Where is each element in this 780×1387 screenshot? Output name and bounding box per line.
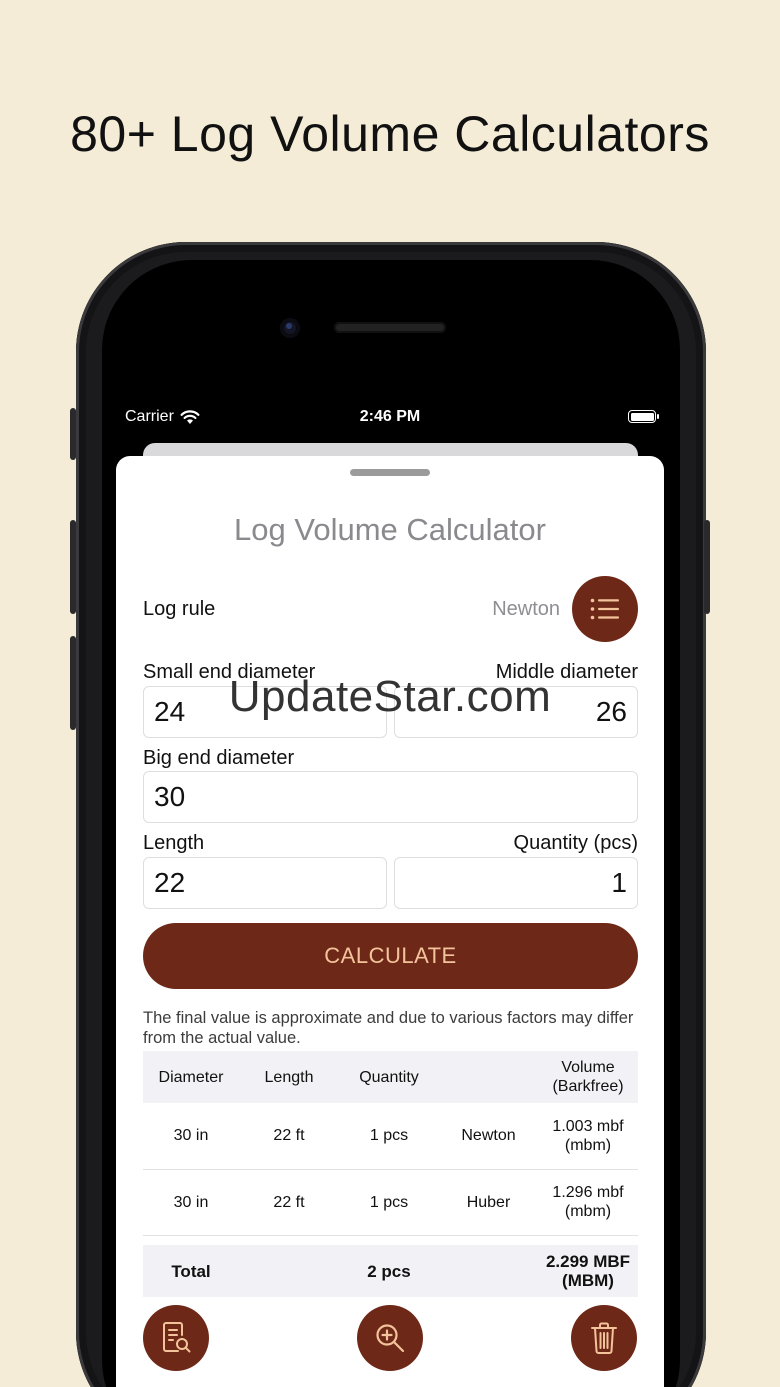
column-header-diameter: Diameter <box>143 1051 239 1103</box>
log-rule-list-button[interactable] <box>572 576 638 642</box>
row-rule: Newton <box>439 1103 538 1170</box>
total-label: Total <box>143 1245 239 1297</box>
log-rule-value[interactable]: Newton <box>492 598 560 621</box>
total-row: Total 2 pcs 2.299 MBF (MBM) <box>143 1245 638 1297</box>
row-length: 22 ft <box>239 1169 339 1236</box>
table-row: 30 in 22 ft 1 pcs Huber 1.296 mbf (mbm) <box>143 1169 638 1236</box>
length-input[interactable]: 22 <box>143 857 387 909</box>
earpiece-speaker <box>334 322 446 333</box>
trash-icon <box>591 1322 617 1354</box>
zoom-in-icon <box>376 1324 405 1353</box>
promo-headline: 80+ Log Volume Calculators <box>70 106 710 162</box>
calculate-button[interactable]: CALCULATE <box>143 923 638 989</box>
quantity-label: Quantity (pcs) <box>513 832 638 854</box>
report-icon <box>163 1322 191 1353</box>
zoom-in-button[interactable] <box>357 1305 423 1371</box>
column-header-volume: Volume (Barkfree) <box>538 1051 638 1103</box>
volume-up-button <box>70 520 76 614</box>
row-diameter: 30 in <box>143 1103 239 1170</box>
results-table: Diameter Length Quantity Volume (Barkfre… <box>143 1051 638 1297</box>
big-end-diameter-input[interactable]: 30 <box>143 771 638 823</box>
table-row: 30 in 22 ft 1 pcs Newton 1.003 mbf (mbm) <box>143 1103 638 1170</box>
sheet-grabber[interactable] <box>350 469 430 476</box>
page-title: Log Volume Calculator <box>234 512 546 547</box>
column-header-quantity: Quantity <box>339 1051 439 1103</box>
row-quantity: 1 pcs <box>339 1103 439 1170</box>
watermark: UpdateStar.com <box>228 672 552 721</box>
length-label: Length <box>143 832 205 854</box>
quantity-input[interactable]: 1 <box>394 857 638 909</box>
status-bar: Carrier 2:46 PM <box>112 400 668 434</box>
row-rule: Huber <box>439 1169 538 1236</box>
list-icon <box>590 598 619 620</box>
phone-screen: Carrier 2:46 PM Log Volume Calculator Lo… <box>112 400 668 1387</box>
row-diameter: 30 in <box>143 1169 239 1236</box>
mute-switch <box>70 408 76 460</box>
battery-icon <box>628 410 659 423</box>
log-rule-label: Log rule <box>143 598 216 620</box>
power-button <box>704 520 710 614</box>
front-camera <box>280 318 300 338</box>
disclaimer-note: The final value is approximate and due t… <box>143 1009 634 1047</box>
row-volume: 1.003 mbf (mbm) <box>538 1103 638 1170</box>
row-quantity: 1 pcs <box>339 1169 439 1236</box>
delete-button[interactable] <box>571 1305 637 1371</box>
status-time: 2:46 PM <box>359 408 421 425</box>
report-button[interactable] <box>143 1305 209 1371</box>
calculator-sheet: Log Volume Calculator Log rule Newton Sm… <box>116 456 664 1387</box>
total-volume: 2.299 MBF (MBM) <box>538 1245 638 1297</box>
big-end-diameter-label: Big end diameter <box>143 747 295 769</box>
column-header-length: Length <box>239 1051 339 1103</box>
column-header-rule <box>439 1051 538 1103</box>
row-volume: 1.296 mbf (mbm) <box>538 1169 638 1236</box>
row-length: 22 ft <box>239 1103 339 1170</box>
total-quantity: 2 pcs <box>339 1245 439 1297</box>
